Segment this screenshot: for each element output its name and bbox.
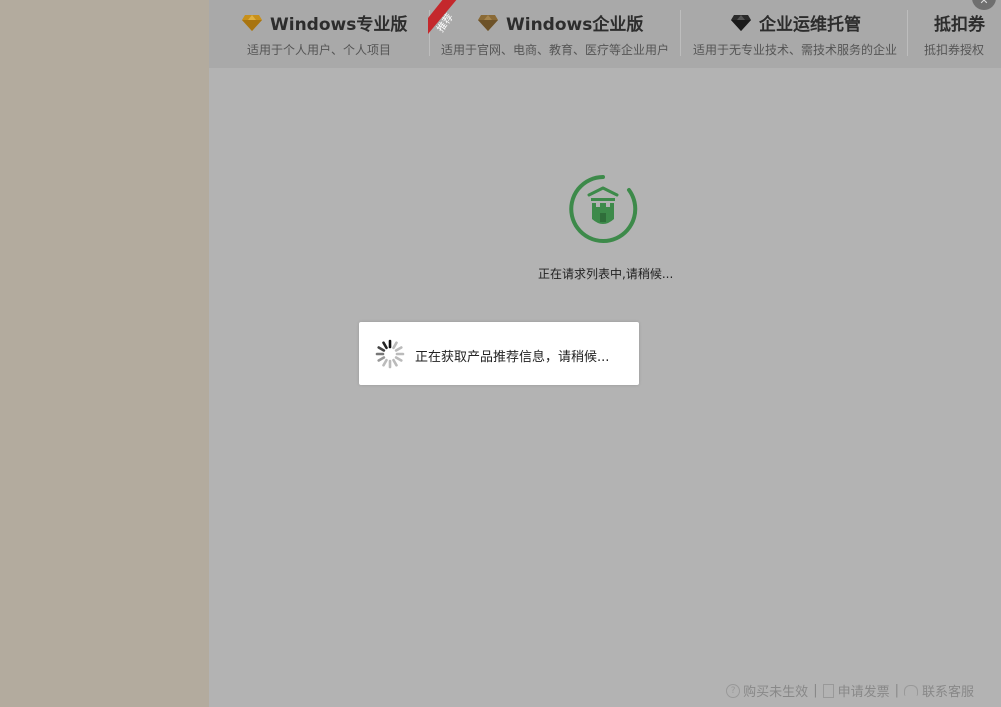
loading-dialog: 正在获取产品推荐信息，请稍候... xyxy=(359,322,639,385)
tab-managed-ops[interactable]: 企业运维托管 适用于无专业技术、需技术服务的企业 xyxy=(681,0,907,68)
tab-title: 企业运维托管 xyxy=(759,15,861,35)
tab-subtitle: 适用于个人用户、个人项目 xyxy=(247,43,392,57)
tab-title: 抵扣券 xyxy=(934,15,985,35)
question-circle-icon: ? xyxy=(726,683,741,698)
request-invoice-link[interactable]: 申请发票 xyxy=(838,681,890,700)
contact-support-link[interactable]: 联系客服 xyxy=(922,681,974,700)
tab-title: Windows企业版 xyxy=(506,15,644,35)
invoice-doc-icon xyxy=(822,683,834,698)
left-panel xyxy=(0,0,209,707)
gold-diamond-icon xyxy=(242,14,262,31)
recommended-ribbon: 推荐 xyxy=(428,0,468,34)
tab-subtitle: 适用于官网、电商、教育、医疗等企业用户 xyxy=(441,43,670,57)
footer-separator: | xyxy=(813,683,818,698)
black-diamond-icon xyxy=(731,14,751,31)
bronze-diamond-icon xyxy=(478,14,498,31)
footer-links: ? 购买未生效 | 申请发票 | 联系客服 xyxy=(726,681,974,700)
product-tabbar: Windows专业版 适用于个人用户、个人项目 Windows企业版 适用于官网… xyxy=(209,0,1001,68)
tab-windows-pro[interactable]: Windows专业版 适用于个人用户、个人项目 xyxy=(209,0,429,68)
headset-icon xyxy=(903,685,918,696)
list-loading-status: 正在请求列表中,请稍候... xyxy=(538,267,674,281)
main-panel: Windows专业版 适用于个人用户、个人项目 Windows企业版 适用于官网… xyxy=(209,0,1001,707)
tab-voucher[interactable]: 抵扣券 抵扣券授权 xyxy=(908,0,1001,68)
tab-subtitle: 抵扣券授权 xyxy=(924,43,985,57)
spinner-icon xyxy=(375,339,405,369)
dialog-message: 正在获取产品推荐信息，请稍候... xyxy=(415,350,610,365)
castle-shield-icon xyxy=(569,175,638,243)
tab-title: Windows专业版 xyxy=(270,15,408,35)
footer-separator: | xyxy=(894,683,899,698)
purchase-not-effective-link[interactable]: 购买未生效 xyxy=(743,681,808,700)
tab-subtitle: 适用于无专业技术、需技术服务的企业 xyxy=(693,43,898,57)
